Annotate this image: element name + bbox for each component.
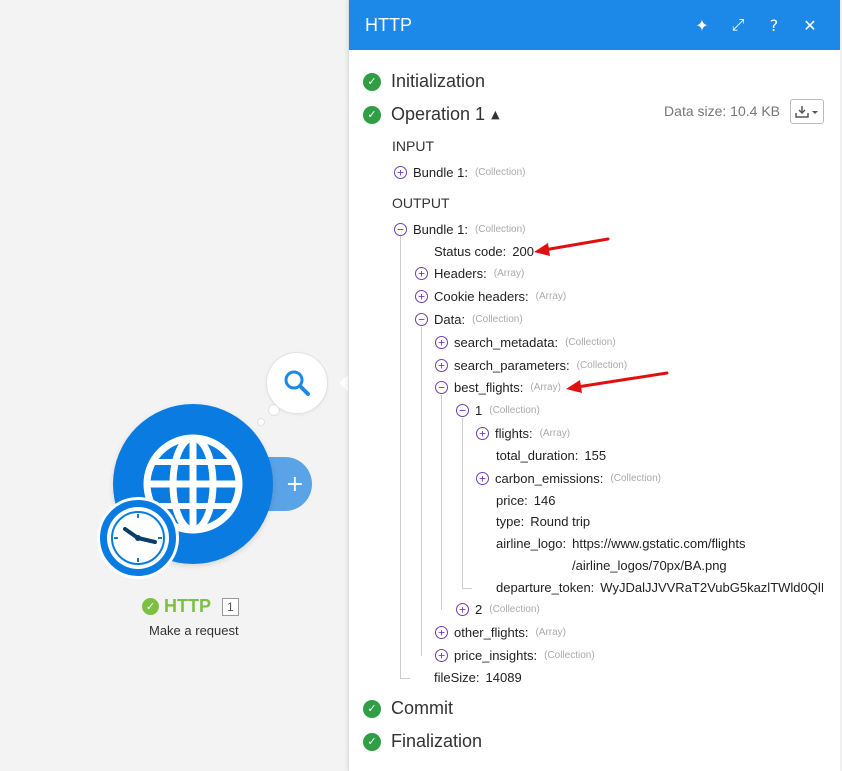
expand-icon[interactable]: + — [415, 267, 428, 280]
tree-node-input-bundle[interactable]: + Bundle 1: (Collection) — [394, 165, 526, 180]
download-button[interactable] — [790, 99, 824, 124]
success-check-icon: ✓ — [363, 732, 381, 751]
tree-guide — [400, 236, 401, 678]
data-size: Data size: 10.4 KB — [664, 103, 780, 119]
stage-label: Commit — [391, 698, 453, 718]
collapse-caret-icon[interactable]: ▲ — [491, 108, 499, 121]
module-subtitle: Make a request — [149, 623, 239, 638]
expand-icon[interactable]: + — [435, 626, 448, 639]
help-icon[interactable]: ? — [760, 16, 788, 35]
annotation-arrow-status-code — [534, 237, 610, 256]
success-check-icon: ✓ — [363, 699, 381, 718]
tree-guide — [462, 418, 463, 588]
expand-icon[interactable]: + — [476, 472, 489, 485]
success-check-icon: ✓ — [363, 105, 381, 124]
tree-node-search-metadata[interactable]: + search_metadata: (Collection) — [435, 335, 616, 350]
inspect-bubble[interactable] — [266, 352, 328, 414]
collapse-icon[interactable]: − — [456, 404, 469, 417]
collapse-icon[interactable]: − — [415, 313, 428, 326]
stage-label: Operation 1 — [391, 104, 486, 124]
tree-node-output-bundle[interactable]: − Bundle 1: (Collection) — [394, 222, 526, 237]
clock-icon — [107, 507, 169, 569]
expand-icon[interactable]: + — [394, 166, 407, 179]
stage-finalization[interactable]: ✓ Finalization — [363, 731, 482, 752]
download-icon — [795, 105, 818, 118]
input-section-label: INPUT — [392, 138, 434, 154]
tree-node-type: type: Round trip — [496, 514, 591, 529]
expand-icon[interactable]: + — [456, 603, 469, 616]
collapse-icon[interactable]: − — [394, 223, 407, 236]
tree-node-other-flights[interactable]: + other_flights: (Array) — [435, 625, 566, 640]
output-section-label: OUTPUT — [392, 195, 450, 211]
success-check-icon: ✓ — [363, 72, 381, 91]
tree-node-status-code: Status code: 200 — [434, 244, 534, 259]
module-id-badge: 1 — [222, 597, 239, 616]
stage-operation[interactable]: ✓ Operation 1 ▲ — [363, 104, 500, 125]
stage-commit[interactable]: ✓ Commit — [363, 698, 453, 719]
stage-label: Initialization — [391, 71, 486, 91]
tree-node-headers[interactable]: + Headers: (Array) — [415, 266, 524, 281]
expand-icon[interactable]: + — [435, 649, 448, 662]
stage-label: Finalization — [391, 731, 483, 751]
tree-node-best-flights[interactable]: − best_flights: (Array) — [435, 380, 561, 395]
stage-initialization[interactable]: ✓ Initialization — [363, 71, 485, 92]
tree-node-file-size: fileSize: 14089 — [434, 670, 522, 685]
tree-node-price: price: 146 — [496, 493, 556, 508]
tree-node-departure-token: departure_token: WyJDalJJVVRaT2VubG5kazl… — [496, 580, 823, 595]
sparkle-icon[interactable]: ✦ — [688, 16, 716, 35]
expand-icon[interactable]: ⤢ — [724, 15, 752, 35]
panel-header: HTTP ✦ ⤢ ? ✕ — [349, 0, 840, 50]
schedule-clock[interactable] — [97, 497, 179, 579]
add-module-button[interactable]: + — [268, 457, 312, 511]
tree-node-airline-logo: airline_logo: https://www.gstatic.com/fl… — [496, 536, 746, 551]
tree-node-airline-logo-cont: /airline_logos/70px/BA.png — [572, 558, 727, 573]
tree-node-total-duration: total_duration: 155 — [496, 448, 607, 463]
tree-node-carbon-emissions[interactable]: + carbon_emissions: (Collection) — [476, 471, 661, 486]
tree-node-flights[interactable]: + flights: (Array) — [476, 426, 570, 441]
tree-guide — [462, 588, 472, 589]
collapse-icon[interactable]: − — [435, 381, 448, 394]
close-icon[interactable]: ✕ — [796, 16, 824, 35]
expand-icon[interactable]: + — [415, 290, 428, 303]
tree-guide — [421, 327, 422, 656]
module-title[interactable]: ✓ HTTP 1 — [142, 596, 239, 617]
plus-icon: + — [285, 471, 304, 497]
tree-guide — [441, 395, 442, 610]
search-icon — [284, 370, 310, 396]
expand-icon[interactable]: + — [435, 359, 448, 372]
thought-bubble-small — [257, 418, 265, 426]
tree-node-data[interactable]: − Data: (Collection) — [415, 312, 523, 327]
annotation-arrow-best-flights — [566, 371, 669, 393]
tree-node-price-insights[interactable]: + price_insights: (Collection) — [435, 648, 595, 663]
expand-icon[interactable]: + — [435, 336, 448, 349]
tree-node-cookie-headers[interactable]: + Cookie headers: (Array) — [415, 289, 566, 304]
tree-node-best-flights-1[interactable]: − 1 (Collection) — [456, 403, 540, 418]
tree-guide — [400, 678, 410, 679]
module-name: HTTP — [164, 596, 211, 616]
expand-icon[interactable]: + — [476, 427, 489, 440]
panel-title: HTTP — [365, 14, 412, 35]
check-icon: ✓ — [142, 598, 159, 615]
tree-node-best-flights-2[interactable]: + 2 (Collection) — [456, 602, 540, 617]
